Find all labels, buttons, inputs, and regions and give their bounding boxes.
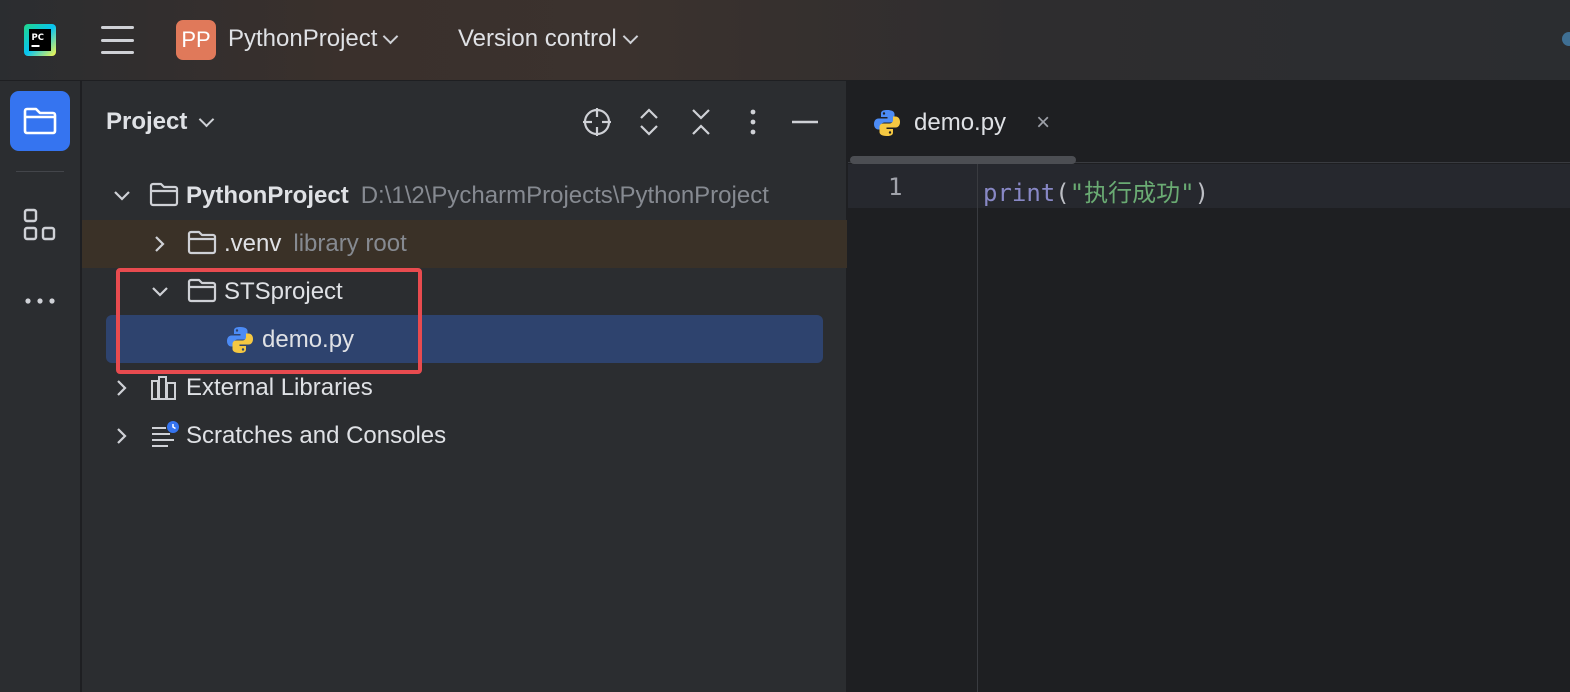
panel-title: Project — [106, 108, 188, 135]
chevron-right-icon[interactable] — [150, 234, 170, 254]
tree-item-label: .venv library root — [224, 230, 407, 258]
code-string: "执行成功" — [1069, 179, 1195, 207]
line-number-gutter — [848, 164, 978, 692]
tree-row-root[interactable]: PythonProject D:\1\2\PycharmProjects\Pyth… — [82, 172, 847, 220]
sts-label: STSproject — [224, 278, 343, 305]
tree-row-demo[interactable]: demo.py — [82, 316, 847, 364]
code-line[interactable]: print("执行成功") — [983, 173, 1209, 208]
code-paren-open: ( — [1055, 179, 1070, 207]
project-view-selector[interactable]: Project — [106, 108, 215, 136]
status-dot — [1562, 32, 1570, 46]
collapse-all-icon[interactable] — [685, 106, 717, 138]
editor-area: demo.py × 1 print("执行成功") — [848, 81, 1570, 692]
folder-icon — [187, 230, 217, 255]
chevron-right-icon[interactable] — [112, 426, 132, 446]
scratches-icon — [152, 421, 179, 447]
hide-panel-icon[interactable] — [789, 106, 821, 138]
locate-icon[interactable] — [581, 106, 613, 138]
more-icon[interactable] — [22, 291, 58, 311]
project-name: PythonProject — [228, 25, 378, 52]
version-control-menu[interactable]: Version control — [458, 25, 639, 53]
divider — [16, 171, 64, 172]
tree-row-stsproject[interactable]: STSproject — [82, 268, 847, 316]
folder-icon — [187, 278, 217, 303]
chevron-down-icon[interactable] — [150, 282, 170, 302]
ext-label: External Libraries — [186, 374, 373, 401]
demo-label: demo.py — [262, 326, 355, 353]
expand-all-icon[interactable] — [633, 106, 665, 138]
python-file-icon — [874, 110, 900, 136]
python-file-icon — [227, 327, 253, 353]
tree-row-scratches[interactable]: Scratches and Consoles — [82, 412, 847, 460]
code-paren-close: ) — [1194, 179, 1210, 207]
editor-tab-demo[interactable]: demo.py × — [872, 103, 1050, 143]
project-badge[interactable]: PP — [176, 20, 216, 60]
structure-icon[interactable] — [22, 207, 58, 243]
chevron-down-icon — [199, 111, 215, 127]
project-selector[interactable]: PythonProject — [228, 25, 399, 53]
tree-row-venv[interactable]: .venv library root — [82, 220, 847, 268]
folder-icon — [23, 107, 57, 135]
options-icon[interactable] — [737, 106, 769, 138]
hamburger-line — [101, 38, 134, 42]
tree-item-label: PythonProject D:\1\2\PycharmProjects\Pyth… — [186, 182, 769, 210]
hamburger-line — [101, 51, 134, 54]
root-path: D:\1\2\PycharmProjects\PythonProject — [360, 182, 769, 209]
chevron-right-icon[interactable] — [112, 378, 132, 398]
pycharm-logo-icon[interactable]: PC — [24, 24, 56, 56]
title-bar: PC PP PythonProject Version control — [0, 0, 1570, 81]
main-menu-button[interactable] — [101, 26, 134, 54]
editor-tab-bar: demo.py × — [848, 81, 1570, 164]
folder-icon — [149, 182, 179, 207]
tool-window-strip — [0, 81, 81, 692]
chevron-down-icon[interactable] — [112, 186, 132, 206]
code-keyword: print — [983, 179, 1056, 207]
chevron-down-icon — [383, 28, 399, 44]
library-icon — [151, 376, 176, 400]
tree-row-external-libraries[interactable]: External Libraries — [82, 364, 847, 412]
venv-hint: library root — [293, 230, 407, 257]
venv-label: .venv — [224, 230, 282, 257]
horizontal-scrollbar[interactable] — [850, 156, 1076, 164]
project-tool-button[interactable] — [10, 91, 70, 151]
scratch-label: Scratches and Consoles — [186, 422, 447, 449]
root-label: PythonProject — [186, 182, 349, 209]
project-panel: Project PythonProject D:\1\2\PycharmProj… — [82, 81, 847, 692]
hamburger-line — [101, 26, 134, 29]
svg-text:PC: PC — [32, 33, 44, 43]
chevron-down-icon — [622, 28, 639, 44]
line-number: 1 — [888, 173, 903, 201]
version-control-label: Version control — [458, 25, 617, 52]
close-icon[interactable]: × — [1036, 109, 1050, 137]
tab-label: demo.py — [914, 109, 1007, 136]
